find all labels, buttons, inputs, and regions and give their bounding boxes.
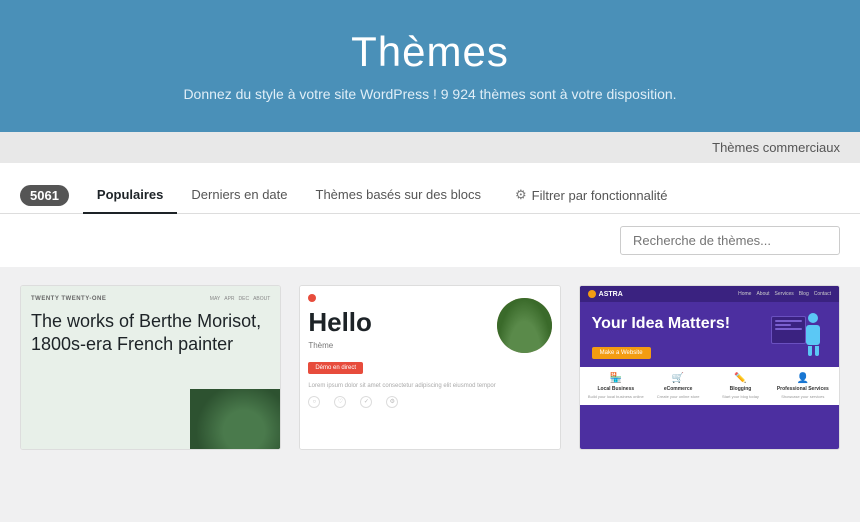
theme-name-hello: Hello Elementor <box>300 449 559 450</box>
hello-desc: Lorem ipsum dolor sit amet consectetur a… <box>308 382 551 390</box>
themes-grid: TWENTY TWENTY-ONE MAY APR DEC ABOUT The … <box>0 267 860 468</box>
tto-nav-dec: DEC <box>239 296 250 302</box>
hello-circle-icon-4: ⚙ <box>386 396 398 408</box>
figure-legs <box>801 346 826 356</box>
theme-count-badge: 5061 <box>20 185 69 206</box>
hello-icon-1: ○ <box>308 396 320 410</box>
screen-line-3 <box>775 328 802 330</box>
tto-nav: MAY APR DEC ABOUT <box>210 296 271 302</box>
tto-image-inner <box>190 389 280 449</box>
tto-nav-apr: APR <box>224 296 234 302</box>
theme-preview-astra: ASTRA Home About Services Blog Contact Y… <box>580 286 839 449</box>
hello-icon-4: ⚙ <box>386 396 398 410</box>
search-bar <box>0 214 860 267</box>
hello-circle-icon-1: ○ <box>308 396 320 408</box>
hello-red-dot <box>308 294 316 302</box>
hello-circle-image <box>497 298 552 353</box>
tab-blocs[interactable]: Thèmes basés sur des blocs <box>302 177 495 214</box>
figure-head <box>808 313 818 323</box>
figure-leg-right <box>815 346 819 356</box>
astra-illustration <box>771 308 831 363</box>
astra-feature-local: 🏪 Local Business Build your local busine… <box>588 373 644 399</box>
search-input[interactable] <box>620 226 840 255</box>
professional-title: Professional Services <box>777 386 829 392</box>
filter-by-feature-button[interactable]: ⚙ Filtrer par fonctionnalité <box>501 177 682 213</box>
ecommerce-title: eCommerce <box>664 386 693 392</box>
blogging-icon: ✏️ <box>734 373 746 384</box>
tto-header: TWENTY TWENTY-ONE MAY APR DEC ABOUT <box>31 296 270 302</box>
hello-plant <box>497 298 552 353</box>
professional-desc: Showcase your services <box>781 394 824 399</box>
astra-nav: Home About Services Blog Contact <box>738 291 831 297</box>
professional-icon: 👤 <box>797 373 809 384</box>
blogging-desc: Start your blog today <box>722 394 759 399</box>
blogging-title: Blogging <box>730 386 752 392</box>
astra-nav-contact: Contact <box>814 291 831 297</box>
commercial-themes-link[interactable]: Thèmes commerciaux <box>712 140 840 155</box>
theme-card-astra[interactable]: ASTRA Home About Services Blog Contact Y… <box>579 285 840 450</box>
astra-nav-blog: Blog <box>799 291 809 297</box>
figure-leg-left <box>808 346 812 356</box>
hello-demo-btn: Démo en direct <box>308 362 363 374</box>
astra-logo-text: ASTRA <box>599 291 623 298</box>
astra-feature-ecommerce: 🛒 eCommerce Create your online store <box>650 373 706 399</box>
local-business-title: Local Business <box>597 386 634 392</box>
local-business-icon: 🏪 <box>610 373 622 384</box>
filter-section: 5061 Populaires Derniers en date Thèmes … <box>0 163 860 214</box>
astra-hero: Your Idea Matters! Make a Website <box>580 302 839 367</box>
screen-line-2 <box>775 324 791 326</box>
astra-hero-btn: Make a Website <box>592 347 651 359</box>
commercial-bar: Thèmes commerciaux <box>0 132 860 163</box>
header-banner: Thèmes Donnez du style à votre site Word… <box>0 0 860 132</box>
figure-body <box>806 325 820 345</box>
gear-icon: ⚙ <box>515 187 527 203</box>
screen-line-1 <box>775 320 802 322</box>
theme-preview-tto: TWENTY TWENTY-ONE MAY APR DEC ABOUT The … <box>21 286 280 449</box>
tto-nav-about: ABOUT <box>253 296 270 302</box>
tto-site-name: TWENTY TWENTY-ONE <box>31 296 106 302</box>
hello-icon-3: ✓ <box>360 396 372 410</box>
local-business-desc: Build your local business online <box>588 394 644 399</box>
theme-card-twenty-twenty-one[interactable]: TWENTY TWENTY-ONE MAY APR DEC ABOUT The … <box>20 285 281 450</box>
hello-icons-row: ○ ♡ ✓ ⚙ <box>308 396 551 410</box>
tto-nav-may: MAY <box>210 296 220 302</box>
astra-nav-home: Home <box>738 291 751 297</box>
astra-features-row: 🏪 Local Business Build your local busine… <box>580 367 839 405</box>
page-title: Thèmes <box>20 28 840 76</box>
ecommerce-icon: 🛒 <box>672 373 684 384</box>
theme-name-astra: Astra <box>580 449 839 450</box>
theme-name-tto: Twenty Twenty-One <box>21 449 280 450</box>
astra-figure <box>801 313 826 358</box>
astra-logo: ASTRA <box>588 290 623 298</box>
astra-nav-services: Services <box>775 291 794 297</box>
theme-card-hello-elementor[interactable]: Hello Thème Démo en direct Lorem ipsum d… <box>299 285 560 450</box>
filter-tabs: 5061 Populaires Derniers en date Thèmes … <box>20 177 840 213</box>
page-subtitle: Donnez du style à votre site WordPress !… <box>20 86 840 102</box>
hello-icon-2: ♡ <box>334 396 346 410</box>
astra-feature-blogging: ✏️ Blogging Start your blog today <box>712 373 768 399</box>
tto-preview-image <box>190 389 280 449</box>
tab-populaires[interactable]: Populaires <box>83 177 177 214</box>
hello-circle-icon-2: ♡ <box>334 396 346 408</box>
tto-preview-title: The works of Berthe Morisot, 1800s-era F… <box>31 310 270 357</box>
ecommerce-desc: Create your online store <box>657 394 700 399</box>
astra-nav-about: About <box>756 291 769 297</box>
astra-header: ASTRA Home About Services Blog Contact <box>580 286 839 302</box>
filter-label: Filtrer par fonctionnalité <box>532 188 668 203</box>
astra-feature-professional: 👤 Professional Services Showcase your se… <box>775 373 831 399</box>
tab-derniers[interactable]: Derniers en date <box>177 177 301 214</box>
theme-preview-hello: Hello Thème Démo en direct Lorem ipsum d… <box>300 286 559 449</box>
hello-circle-icon-3: ✓ <box>360 396 372 408</box>
astra-logo-icon <box>588 290 596 298</box>
